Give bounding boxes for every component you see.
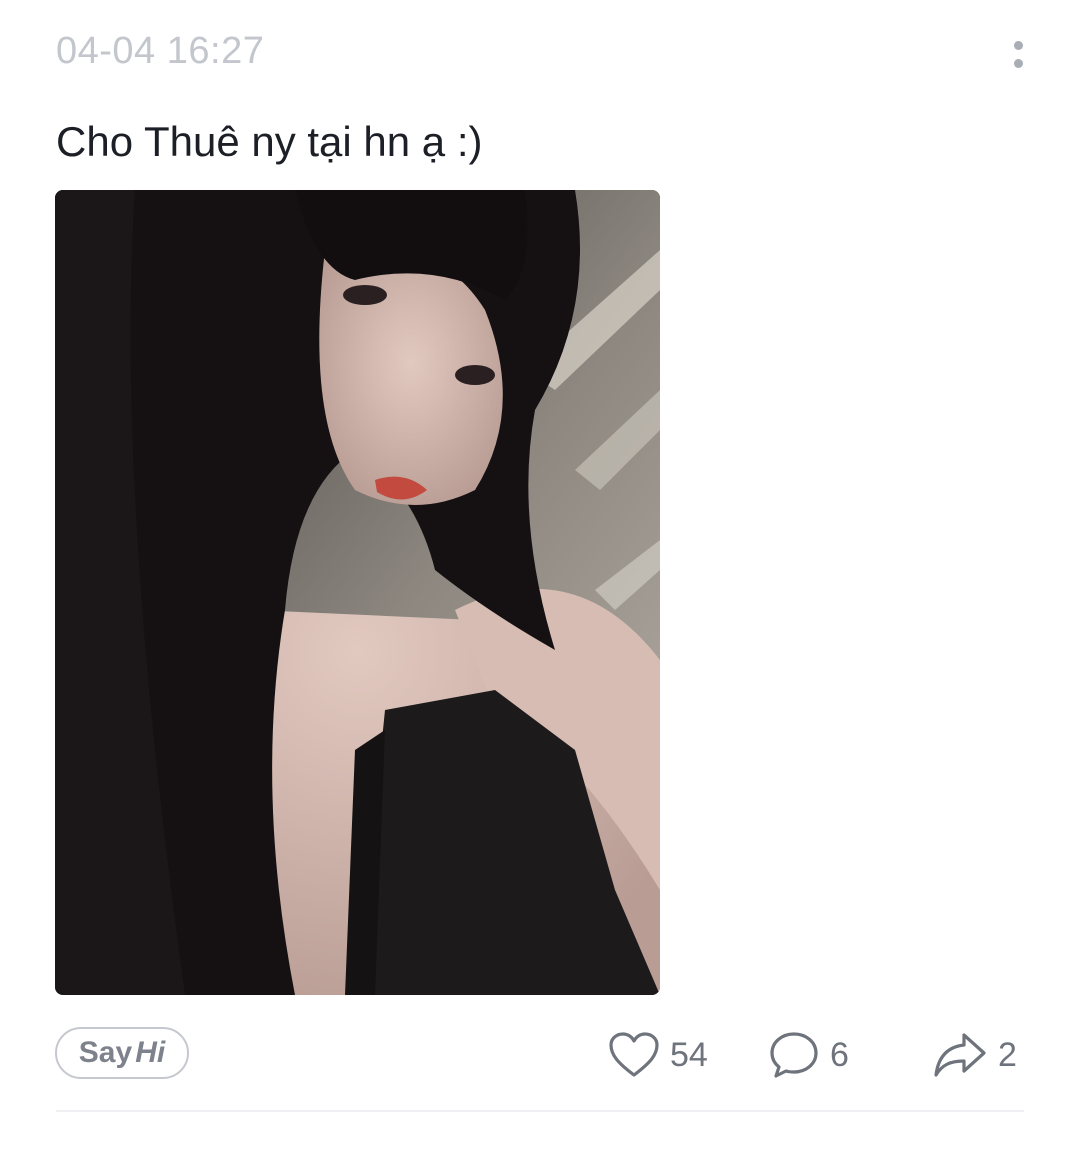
post-divider: [56, 1110, 1024, 1112]
comment-bubble-icon: [770, 1032, 818, 1078]
say-hi-button[interactable]: Say Hi: [55, 1027, 189, 1079]
heart-icon: [609, 1032, 659, 1077]
comment-button[interactable]: 6: [768, 1028, 849, 1082]
share-count: 2: [998, 1035, 1017, 1074]
share-arrow-icon: [934, 1033, 986, 1077]
like-count: 54: [670, 1035, 708, 1074]
post-text: Cho Thuê ny tại hn ạ :): [56, 118, 483, 165]
feed-post: 04-04 16:27 Cho Thuê ny tại hn ạ :) Say …: [0, 0, 1080, 1164]
more-vertical-icon: [1013, 40, 1023, 50]
comment-count: 6: [830, 1035, 849, 1074]
post-timestamp: 04-04 16:27: [56, 30, 265, 72]
photo-illustration: [55, 190, 660, 995]
more-dot: [1013, 58, 1023, 68]
hi-label: Hi: [135, 1036, 166, 1069]
share-button[interactable]: 2: [932, 1028, 1017, 1082]
say-label: Say: [78, 1036, 133, 1069]
more-options-button[interactable]: [1000, 34, 1036, 74]
post-photo[interactable]: [55, 190, 660, 995]
like-button[interactable]: 54: [608, 1028, 708, 1082]
